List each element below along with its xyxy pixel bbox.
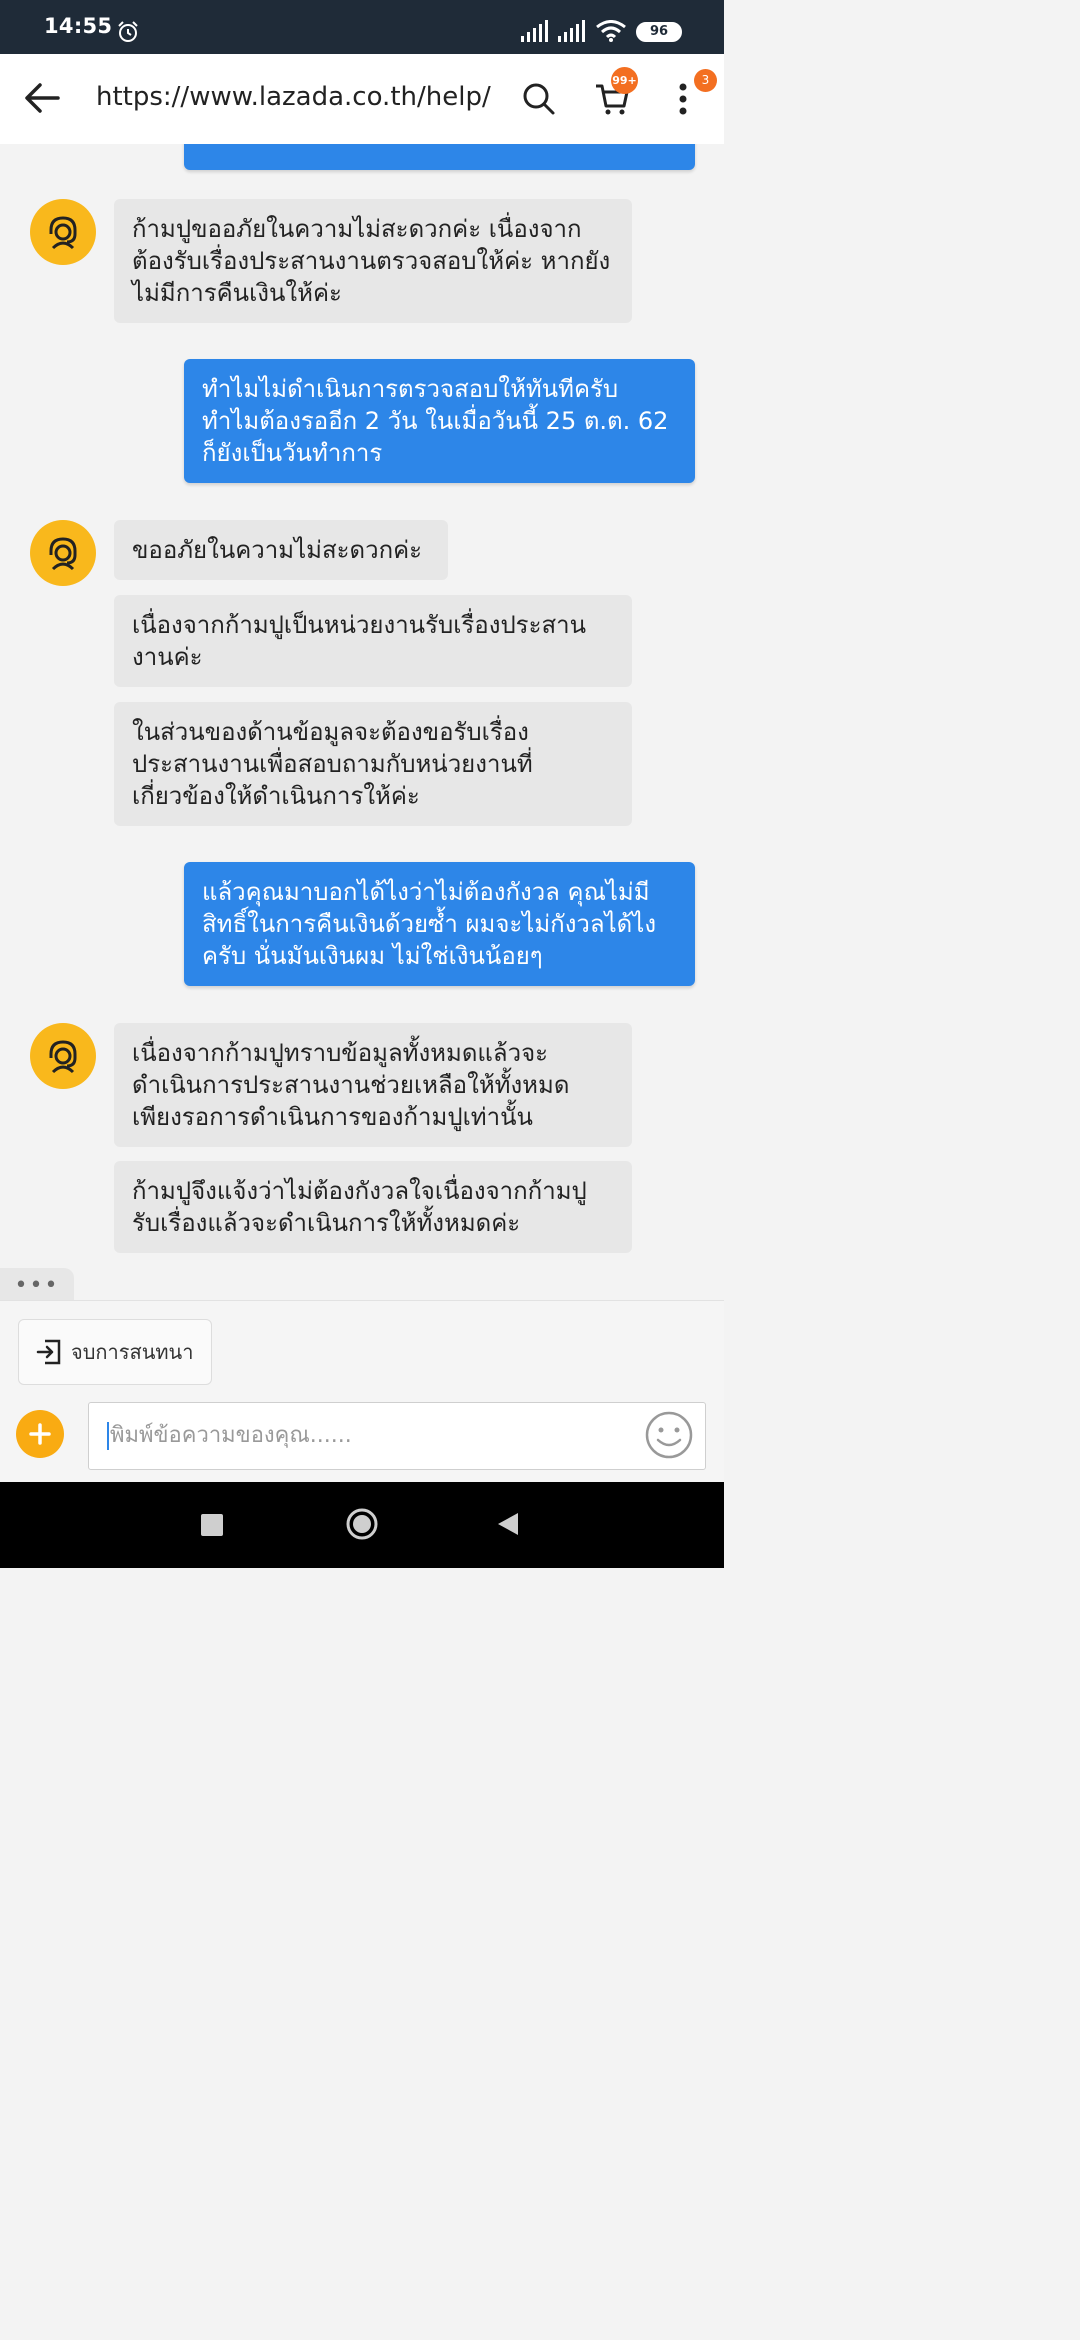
exit-icon bbox=[36, 1339, 61, 1365]
typing-indicator: ••• bbox=[0, 1268, 74, 1300]
battery-icon: 96 bbox=[636, 22, 682, 42]
message-input[interactable]: พิมพ์ข้อความของคุณ...... bbox=[88, 1402, 706, 1470]
signal-icon bbox=[521, 20, 548, 42]
agent-message: ก้ามปูขออภัยในความไม่สะดวกค่ะ เนื่องจากต… bbox=[114, 199, 632, 323]
agent-message: ก้ามปูจึงแจ้งว่าไม่ต้องกังวลใจเนื่องจากก… bbox=[114, 1161, 632, 1253]
more-vert-icon[interactable] bbox=[676, 82, 690, 116]
agent-avatar bbox=[30, 1023, 96, 1089]
agent-message: เนื่องจากก้ามปูเป็นหน่วยงานรับเรื่องประส… bbox=[114, 595, 632, 687]
agent-message: เนื่องจากก้ามปูทราบข้อมูลทั้งหมดแล้วจะดำ… bbox=[114, 1023, 632, 1147]
chat-area: ก้ามปูขออภัยในความไม่สะดวกค่ะ เนื่องจากต… bbox=[0, 144, 724, 1300]
system-nav-bar bbox=[0, 1482, 724, 1568]
composer: จบการสนทนา พิมพ์ข้อความของคุณ...... bbox=[0, 1300, 724, 1482]
agent-avatar bbox=[30, 199, 96, 265]
status-bar: 14:55 96 bbox=[0, 0, 724, 54]
add-attachment-button[interactable] bbox=[16, 1410, 64, 1458]
recents-button[interactable] bbox=[201, 1514, 223, 1536]
alarm-icon bbox=[118, 21, 138, 42]
search-icon[interactable] bbox=[522, 82, 556, 116]
browser-toolbar: https://www.lazada.co.th/help/ bbox=[0, 54, 724, 144]
wifi-icon bbox=[596, 20, 626, 42]
status-time: 14:55 bbox=[44, 14, 113, 38]
partial-user-message bbox=[184, 144, 695, 170]
message-input-placeholder: พิมพ์ข้อความของคุณ...... bbox=[110, 1423, 352, 1448]
home-button[interactable] bbox=[345, 1507, 379, 1541]
agent-message: ขออภัยในความไม่สะดวกค่ะ bbox=[114, 520, 448, 580]
user-message: แล้วคุณมาบอกได้ไงว่าไม่ต้องกังวล คุณไม่ม… bbox=[184, 862, 695, 986]
agent-headset-icon bbox=[49, 537, 77, 571]
emoji-icon[interactable] bbox=[644, 1410, 694, 1460]
back-arrow-icon[interactable] bbox=[24, 82, 60, 114]
agent-headset-icon bbox=[49, 216, 77, 250]
menu-badge: 3 bbox=[694, 69, 717, 92]
user-message: ทำไมไม่ดำเนินการตรวจสอบให้ทันทีครับ ทำไม… bbox=[184, 359, 695, 483]
url-bar[interactable]: https://www.lazada.co.th/help/ bbox=[96, 82, 500, 112]
agent-message: ในส่วนของด้านข้อมูลจะต้องขอรับเรื่องประส… bbox=[114, 702, 632, 826]
agent-headset-icon bbox=[49, 1040, 77, 1074]
end-chat-label: จบการสนทนา bbox=[71, 1340, 194, 1364]
back-button[interactable] bbox=[496, 1511, 520, 1537]
text-cursor bbox=[107, 1422, 109, 1450]
end-chat-button[interactable]: จบการสนทนา bbox=[18, 1319, 212, 1385]
agent-avatar bbox=[30, 520, 96, 586]
plus-icon bbox=[29, 1423, 51, 1445]
cart-badge: 99+ bbox=[611, 67, 638, 94]
signal-icon bbox=[558, 20, 585, 42]
